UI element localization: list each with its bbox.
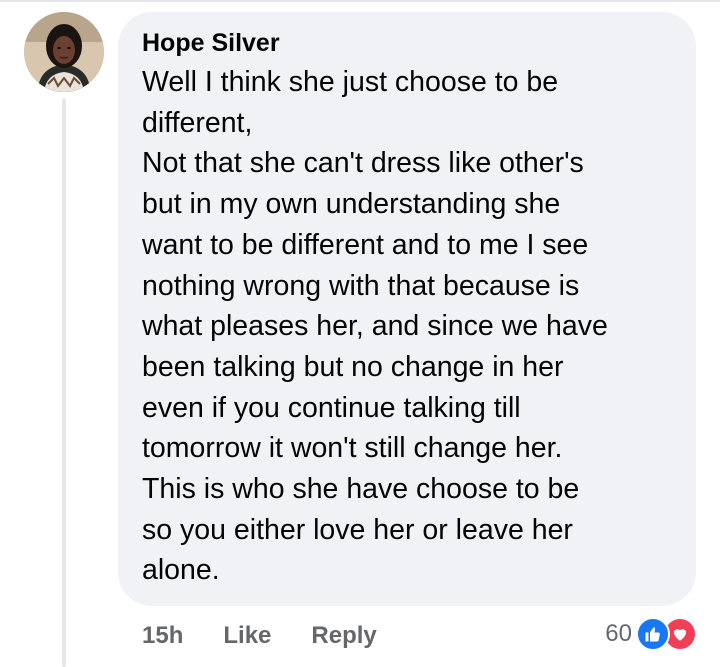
comment-line: Not that she can't dress like other's xyxy=(142,147,584,180)
comment-line: Well I think she just choose to be xyxy=(142,66,559,98)
like-icon xyxy=(636,617,670,651)
reactions-summary[interactable]: 60 xyxy=(605,616,698,652)
avatar[interactable] xyxy=(24,12,104,92)
comment-line: but in my own understanding she xyxy=(142,188,561,221)
comment-text: Well I think she just choose to be diffe… xyxy=(142,62,676,591)
comment-line: so you either love her or leave her xyxy=(142,513,573,546)
reply-button[interactable]: Reply xyxy=(311,622,376,650)
profile-photo xyxy=(24,12,104,92)
comment-line: want to be different and to me I see xyxy=(142,228,589,261)
comment-bubble: Hope Silver Well I think she just choose… xyxy=(118,12,696,606)
reaction-count: 60 xyxy=(605,620,632,647)
like-button[interactable]: Like xyxy=(223,622,271,650)
author-name[interactable]: Hope Silver xyxy=(142,28,676,58)
timestamp[interactable]: 15h xyxy=(142,622,183,650)
comment-line: tomorrow it won't still change her. xyxy=(142,432,563,465)
comment-view: Hope Silver Well I think she just choose… xyxy=(0,0,720,667)
comment-line: nothing wrong with that because is xyxy=(142,269,580,302)
comment-line: different, xyxy=(142,106,253,139)
divider xyxy=(0,0,720,2)
comment-line: This is who she have choose to be xyxy=(142,473,580,506)
comment-line: even if you continue talking till xyxy=(142,391,521,424)
comment-line: alone. xyxy=(142,554,220,587)
reaction-icons xyxy=(636,617,698,651)
comment-line: been talking but no change in her xyxy=(142,350,564,383)
thread-line xyxy=(62,98,66,667)
comment-line: what pleases her, and since we have xyxy=(142,310,608,343)
comment-actions: 15h Like Reply xyxy=(142,618,417,654)
